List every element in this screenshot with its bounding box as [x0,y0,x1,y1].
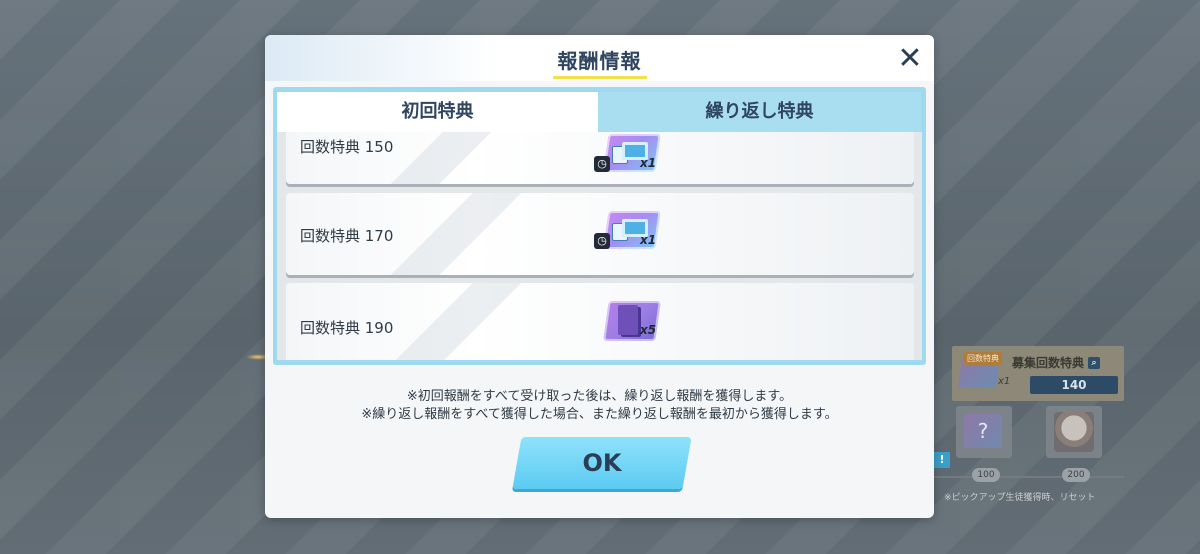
ok-button-label: OK [582,449,622,477]
search-icon[interactable]: ⌕ [1088,356,1101,369]
panel-title: 募集回数特典 ⌕ [1012,354,1101,371]
pack-card-icon [618,305,638,335]
item-quantity: x5 [640,323,657,337]
alert-badge: ! [934,452,950,468]
reward-slot-character[interactable] [1046,406,1102,458]
background-recruit-count-panel: 回数特典 x1 募集回数特典 ⌕ 140 ! ? 100 200 ※ピックアップ… [934,340,1124,510]
recruit-bonus-panel: 回数特典 x1 募集回数特典 ⌕ 140 [952,346,1124,401]
panel-qty: x1 [998,376,1011,387]
list-item: 回数特典 150 ◷ x1 [286,132,914,184]
item-quantity: x1 [640,156,657,170]
progress-track [934,476,1124,478]
item-quantity: x1 [640,233,657,247]
reward-label: 回数特典 190 [300,319,394,337]
milestone-100: 100 [972,468,1000,482]
reward-slot-mystery[interactable]: ? [956,406,1012,458]
character-portrait [1054,412,1094,452]
reward-label: 回数特典 170 [300,227,394,245]
clock-icon: ◷ [594,233,610,249]
close-icon[interactable]: ✕ [893,43,927,77]
tab-first-bonus[interactable]: 初回特典 [277,92,598,132]
bonus-tag: 回数特典 [964,352,1002,365]
clock-icon: ◷ [594,156,610,172]
mystery-ticket-icon: ? [964,414,1002,448]
recruit-ticket-item[interactable]: ◷ x1 [594,134,661,174]
milestone-200: 200 [1062,468,1090,482]
dialog-title: 報酬情報 [557,49,642,73]
tab-repeat-bonus[interactable]: 繰り返し特典 [598,92,921,132]
ok-button[interactable]: OK [512,437,692,489]
notice-line-2: ※繰り返し報酬をすべて獲得した場合、また繰り返し報酬を最初から獲得します。 [361,407,838,422]
panel-count: 140 [1030,376,1118,394]
notice-line-1: ※初回報酬をすべて受け取った後は、繰り返し報酬を獲得します。 [406,389,793,404]
list-item: 回数特典 190 x5 [286,283,914,360]
reward-label: 回数特典 150 [300,138,394,156]
list-item: 回数特典 170 ◷ x1 [286,193,914,275]
reward-tabs-frame: 初回特典 繰り返し特典 回数特典 150 ◷ x1 回数特典 170 ◷ x1 … [273,87,926,365]
panel-title-text: 募集回数特典 [1012,356,1085,370]
reward-info-dialog: 報酬情報 ✕ 初回特典 繰り返し特典 回数特典 150 ◷ x1 回数特典 17… [265,35,934,518]
report-pack-item[interactable]: x5 [602,301,661,341]
reward-list[interactable]: 回数特典 150 ◷ x1 回数特典 170 ◷ x1 回数特典 190 x5 [277,132,922,360]
reset-note: ※ピックアップ生徒獲得時、リセット [944,493,1096,503]
recruit-ticket-item[interactable]: ◷ x1 [594,211,661,251]
title-underline [553,76,647,79]
